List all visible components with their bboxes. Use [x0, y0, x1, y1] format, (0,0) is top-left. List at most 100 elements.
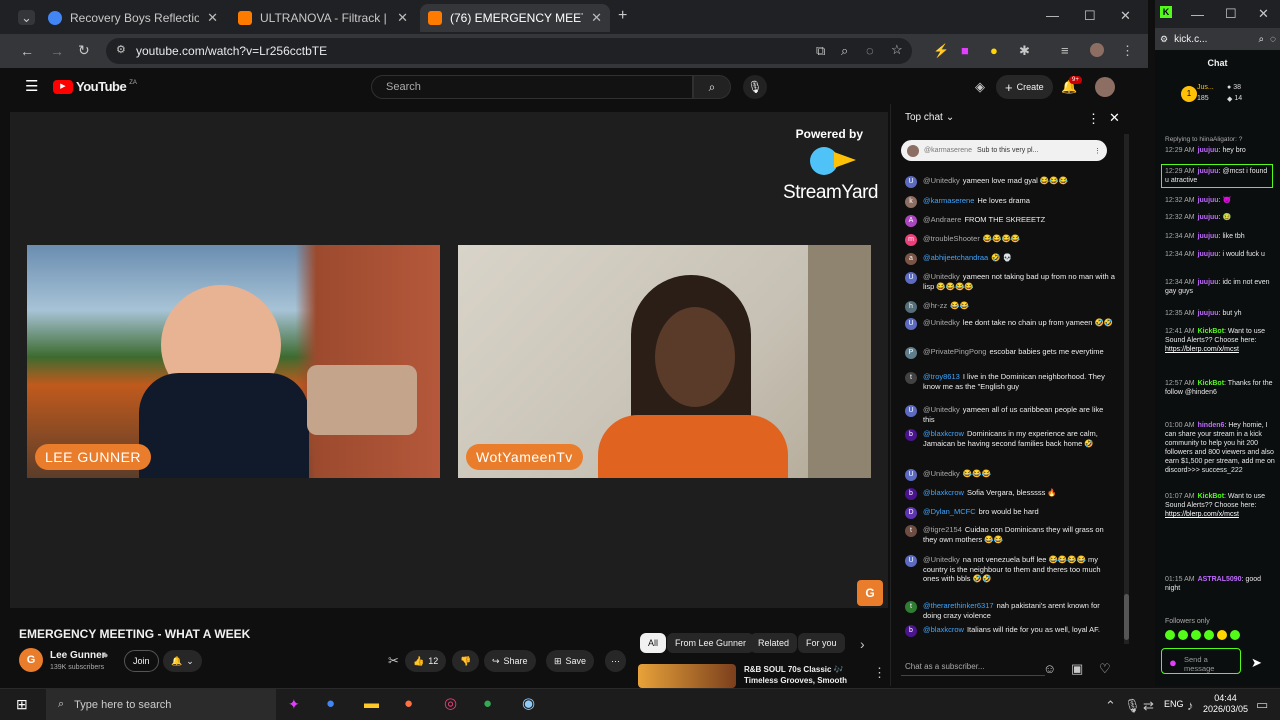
back-icon[interactable]: ←: [20, 44, 34, 58]
avatar[interactable]: h: [905, 301, 917, 313]
chat-menu-icon[interactable]: ⋮: [1087, 112, 1100, 125]
chat-author[interactable]: @Unitedky: [923, 405, 960, 414]
avatar[interactable]: U: [905, 405, 917, 417]
chrome-active-icon[interactable]: ●: [483, 696, 492, 711]
kick-username[interactable]: KickBot: [1198, 493, 1224, 500]
kick-message-link[interactable]: https://blerp.com/x/mcst: [1165, 346, 1239, 353]
media-icon[interactable]: ≡: [1061, 44, 1069, 57]
kick-chat-message[interactable]: 12:34 AM juujuu: i would fuck u: [1165, 250, 1277, 259]
chip-from-channel[interactable]: From Lee Gunner: [667, 633, 755, 653]
extension-icon[interactable]: ●: [990, 44, 998, 57]
account-avatar[interactable]: [1095, 77, 1115, 97]
avatar[interactable]: b: [905, 625, 917, 637]
chat-author[interactable]: @karmaserene: [923, 196, 974, 205]
chat-message[interactable]: t @therarethinker6317 nah pakistani's aren…: [905, 601, 1115, 620]
taskbar-search[interactable]: ⌕ Type here to search: [46, 689, 276, 720]
tray-up-icon[interactable]: ⌃: [1105, 699, 1116, 712]
site-info-icon[interactable]: ⚙: [116, 45, 126, 56]
close-tab-icon[interactable]: ✕: [397, 10, 408, 26]
reload-icon[interactable]: ↻: [78, 43, 90, 57]
emote-icon[interactable]: [1191, 630, 1201, 640]
chat-message[interactable]: b @blaxkcrow Dominicans in my experience a…: [905, 429, 1115, 448]
share-button[interactable]: ↪ Share: [484, 650, 536, 672]
heart-icon[interactable]: ♡: [1099, 662, 1111, 675]
extensions-puzzle-icon[interactable]: ✱: [1019, 44, 1030, 57]
avatar[interactable]: a: [905, 253, 917, 265]
kick-chat-message[interactable]: 12:29 AM juujuu: hey bro: [1165, 146, 1277, 155]
profile-avatar[interactable]: [1090, 43, 1104, 57]
clock[interactable]: 04:44 2026/03/05: [1203, 693, 1248, 715]
emote-picker-icon[interactable]: ●: [1169, 656, 1177, 669]
windows-start-icon[interactable]: ⊞: [16, 697, 28, 711]
close-chat-icon[interactable]: ✕: [1109, 111, 1120, 124]
chat-message[interactable]: D @Dylan_MCFC bro would be hard: [905, 507, 1115, 519]
avatar[interactable]: U: [905, 318, 917, 330]
install-icon[interactable]: ⧉: [816, 44, 825, 57]
chat-message[interactable]: P @PrivatePingPong escobar babies gets me …: [905, 347, 1115, 359]
minimize-icon[interactable]: —: [1046, 9, 1059, 22]
close-window-icon[interactable]: ✕: [1258, 7, 1269, 20]
emoji-icon[interactable]: ☺: [1043, 662, 1056, 675]
close-tab-icon[interactable]: ✕: [591, 10, 602, 26]
kick-chat-message[interactable]: 12:32 AM juujuu: 😈: [1165, 196, 1277, 205]
channel-watermark-icon[interactable]: G: [857, 580, 883, 606]
chat-message[interactable]: U @Unitedky 😂😂😂: [905, 469, 1115, 481]
kick-username[interactable]: KickBot: [1198, 328, 1224, 335]
address-bar[interactable]: ⚙ youtube.com/watch?v=Lr256cctbTE ⧉ ⌕ ◌ …: [106, 38, 912, 64]
app-icon[interactable]: ◎: [444, 696, 457, 711]
chat-author[interactable]: @Unitedky: [923, 272, 960, 281]
language-indicator[interactable]: ENG: [1164, 699, 1184, 709]
kick-username[interactable]: juujuu: [1198, 310, 1219, 317]
avatar[interactable]: t: [905, 525, 917, 537]
app-icon[interactable]: ◉: [522, 696, 535, 711]
channel-avatar[interactable]: G: [19, 648, 43, 672]
tab-search-icon[interactable]: ⌄: [18, 10, 35, 25]
kick-username[interactable]: ASTRAL5090: [1198, 576, 1242, 583]
eye-off-icon[interactable]: ◌: [866, 44, 874, 57]
maximize-icon[interactable]: ☐: [1225, 7, 1237, 20]
like-button[interactable]: 👍 12: [405, 650, 447, 672]
chat-author[interactable]: @blaxkcrow: [923, 488, 964, 497]
kick-chat-message[interactable]: 01:00 AM hinden6: Hey homie, I can share …: [1165, 421, 1277, 475]
chat-author[interactable]: @Dylan_MCFC: [923, 507, 976, 516]
search-input[interactable]: Search: [371, 75, 693, 99]
kick-username[interactable]: juujuu: [1198, 147, 1219, 154]
voice-search-icon[interactable]: 🎙: [743, 75, 767, 99]
avatar[interactable]: D: [905, 507, 917, 519]
chat-author[interactable]: @troubleShooter: [923, 234, 980, 243]
youtube-logo[interactable]: ▶ YouTube ZA: [53, 79, 137, 94]
close-window-icon[interactable]: ✕: [1120, 9, 1131, 22]
sound-icon[interactable]: ♪: [1187, 699, 1194, 712]
more-icon[interactable]: ⋮: [873, 666, 886, 679]
channel-name[interactable]: Lee Gunner: [50, 650, 106, 661]
save-button[interactable]: ⊞ Save: [546, 650, 595, 672]
minimize-icon[interactable]: —: [1191, 8, 1204, 21]
chat-author[interactable]: @therarethinker6317: [923, 601, 994, 610]
chat-message[interactable]: b @blaxkcrow Sofia Vergara, blesssss 🔥: [905, 488, 1115, 500]
kick-chat-message[interactable]: 12:34 AM juujuu: like tbh: [1165, 232, 1277, 241]
browser-tab-1[interactable]: Recovery Boys Reflection ✕: [40, 4, 226, 32]
avatar[interactable]: A: [905, 215, 917, 227]
chat-author[interactable]: @hr-zz: [923, 301, 947, 310]
create-button[interactable]: + Create: [996, 75, 1053, 99]
menu-icon[interactable]: ⋮: [1121, 44, 1134, 57]
browser-tab-3[interactable]: (76) EMERGENCY MEETING ✕: [420, 4, 610, 32]
emote-icon[interactable]: [1204, 630, 1214, 640]
avatar[interactable]: P: [905, 347, 917, 359]
app-icon[interactable]: ●: [404, 696, 413, 711]
mic-icon[interactable]: 🎙: [1124, 699, 1141, 712]
clip-icon[interactable]: ✂: [388, 654, 399, 667]
chip-for-you[interactable]: For you: [798, 633, 845, 653]
kick-username[interactable]: juujuu: [1198, 279, 1219, 286]
chip-all[interactable]: All: [640, 633, 667, 653]
kick-username[interactable]: juujuu: [1198, 251, 1219, 258]
chat-message[interactable]: U @Unitedky yameen all of us caribbean peo…: [905, 405, 1115, 424]
chat-input[interactable]: Chat as a subscriber...: [901, 660, 1045, 676]
chevron-right-icon[interactable]: ›: [860, 637, 865, 651]
kick-username[interactable]: juujuu: [1198, 168, 1219, 175]
chat-message[interactable]: U @Unitedky lee dont take no chain up from…: [905, 318, 1115, 330]
pinned-message[interactable]: @karmaserene Sub to this very pl... ⋮: [901, 140, 1107, 161]
emote-icon[interactable]: [1217, 630, 1227, 640]
kick-username[interactable]: juujuu: [1198, 197, 1219, 204]
copilot-icon[interactable]: ✦: [288, 697, 300, 711]
